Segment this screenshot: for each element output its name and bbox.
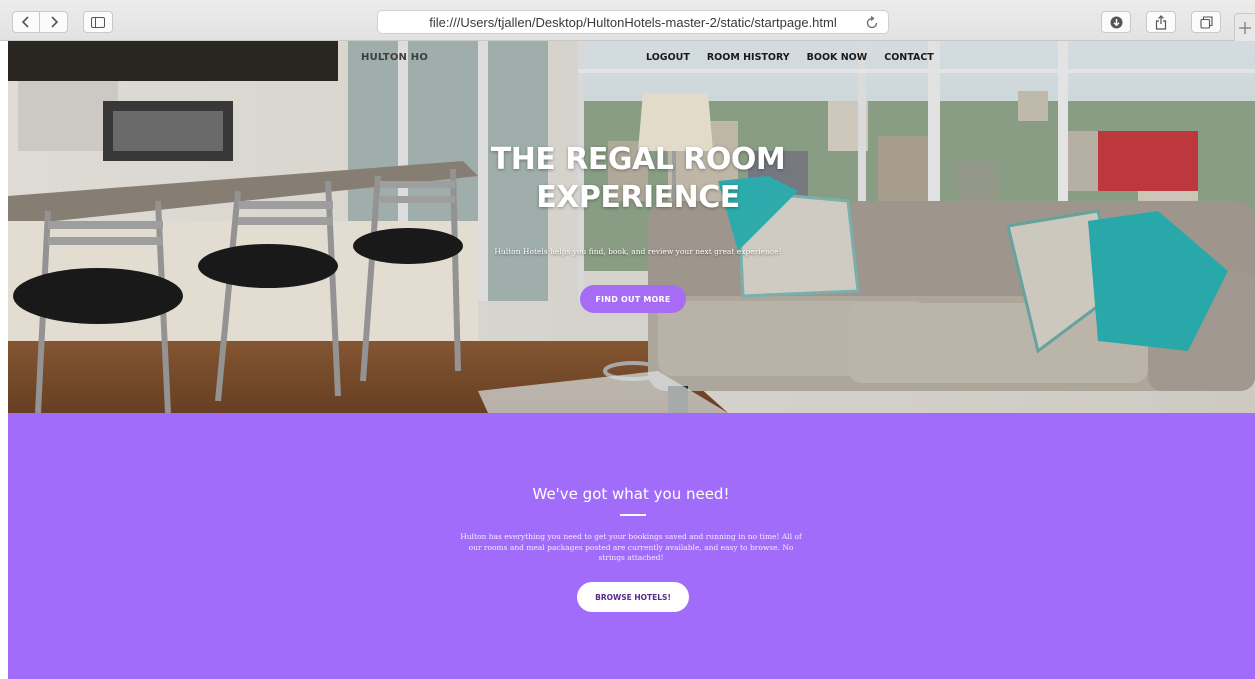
- brand-logo[interactable]: HULTON HO: [361, 52, 428, 63]
- forward-icon: [50, 16, 58, 28]
- feature-divider: [620, 514, 646, 516]
- nav-logout[interactable]: LOGOUT: [646, 52, 690, 63]
- nav-room-history[interactable]: ROOM HISTORY: [707, 52, 790, 63]
- new-tab-icon: [1239, 21, 1251, 34]
- page-viewport: HULTON HO LOGOUT ROOM HISTORY BOOK NOW C…: [8, 41, 1255, 679]
- share-button[interactable]: [1146, 11, 1176, 33]
- find-out-more-button[interactable]: FIND OUT MORE: [580, 285, 686, 313]
- reload-icon[interactable]: [864, 15, 880, 31]
- sidebar-icon: [91, 16, 105, 28]
- back-button[interactable]: [12, 11, 40, 33]
- hero-section: HULTON HO LOGOUT ROOM HISTORY BOOK NOW C…: [8, 41, 1255, 413]
- share-icon: [1155, 14, 1167, 30]
- browse-hotels-button[interactable]: BROWSE HOTELS!: [577, 582, 689, 612]
- tabs-button[interactable]: [1191, 11, 1221, 33]
- hero-overlay: [8, 41, 1255, 413]
- history-nav: [12, 11, 68, 33]
- hero-title-line2: EXPERIENCE: [536, 180, 740, 215]
- tabs-icon: [1199, 15, 1213, 29]
- downloads-button[interactable]: [1101, 11, 1131, 33]
- download-icon: [1110, 16, 1122, 28]
- browser-toolbar: file:///Users/tjallen/Desktop/HultonHote…: [0, 0, 1255, 41]
- feature-title: We've got what you need!: [532, 485, 730, 503]
- feature-text: Hulton has everything you need to get yo…: [460, 532, 802, 562]
- address-bar[interactable]: file:///Users/tjallen/Desktop/HultonHote…: [377, 10, 889, 34]
- sidebar-button[interactable]: [83, 11, 113, 33]
- hero-subtitle: Hulton Hotels helps you find, book, and …: [494, 247, 782, 256]
- nav-book-now[interactable]: BOOK NOW: [807, 52, 868, 63]
- nav-contact[interactable]: CONTACT: [884, 52, 934, 63]
- main-nav: LOGOUT ROOM HISTORY BOOK NOW CONTACT: [646, 52, 934, 63]
- hero-title-line1: THE REGAL ROOM: [490, 142, 786, 177]
- hero-title: THE REGAL ROOM EXPERIENCE: [428, 141, 848, 217]
- forward-button[interactable]: [40, 11, 68, 33]
- new-tab-button[interactable]: [1234, 13, 1255, 41]
- url-text: file:///Users/tjallen/Desktop/HultonHote…: [429, 14, 837, 30]
- back-icon: [21, 16, 29, 28]
- feature-section: We've got what you need! Hulton has ever…: [8, 413, 1255, 679]
